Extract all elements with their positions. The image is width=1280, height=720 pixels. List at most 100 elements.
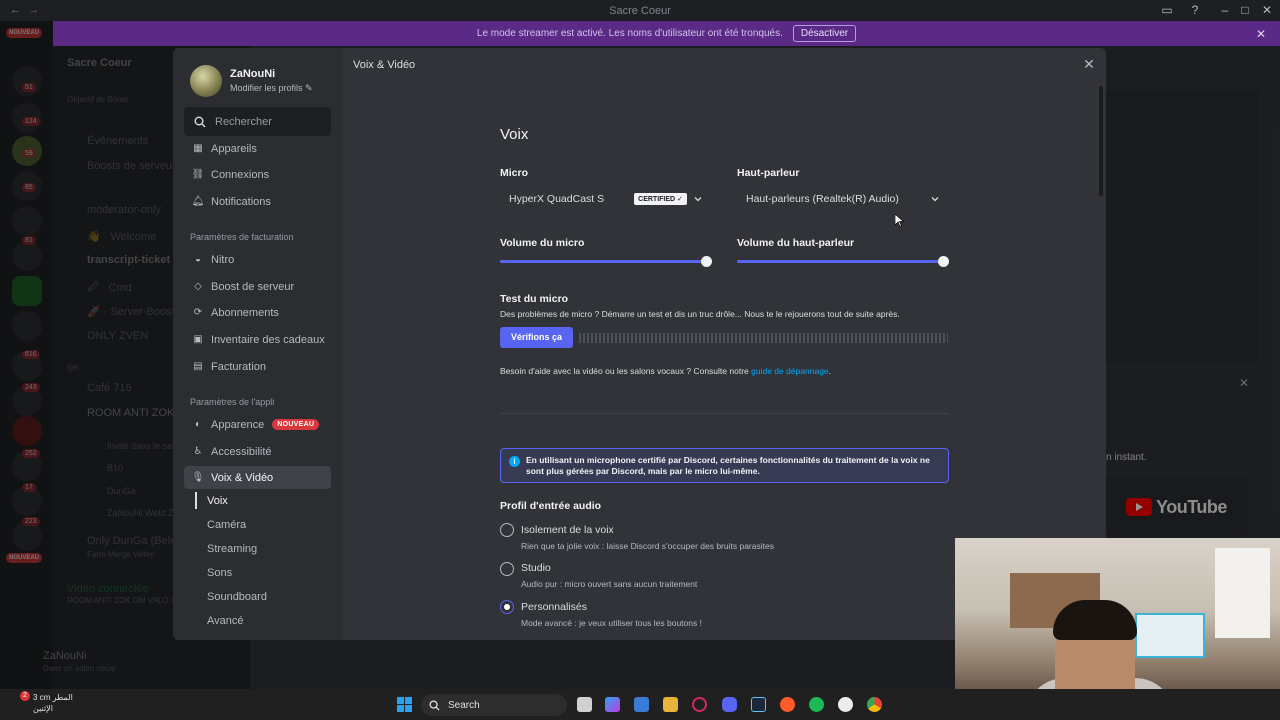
avatar[interactable] [190,65,222,97]
slider-handle[interactable] [701,256,712,267]
help-text-body: Besoin d'aide avec la vidéo ou les salon… [500,366,752,376]
help-icon[interactable]: ? [1182,0,1208,21]
inbox-icon[interactable]: ▭ [1154,0,1180,21]
speaker-volume-label: Volume du haut-parleur [737,237,855,249]
sidebar-item-subscriptions[interactable]: ⟳ Abonnements [184,301,331,324]
profile-radio-studio[interactable] [500,562,514,576]
taskbar-search[interactable]: Search [421,694,567,716]
speaker-volume-slider[interactable] [737,256,949,267]
close-window-icon[interactable]: ✕ [1254,0,1280,21]
sidebar-item-appearance[interactable]: ◐ Apparence NOUVEAU [184,413,331,436]
microphone-icon: 🎙︎ [191,472,205,483]
profile-description: Audio pur : micro ouvert sans aucun trai… [521,579,698,589]
mic-test-button[interactable]: Vérifions ça [500,327,573,348]
person-hair [1053,600,1137,640]
app-icon[interactable] [838,697,853,712]
link-icon: ⛓ [191,169,205,180]
sidebar-item-label: Abonnements [211,306,279,319]
profile-title: Personnalisés [521,601,587,613]
sidebar-item-voice-video[interactable]: 🎙︎ Voix & Vidéo [184,466,331,489]
scrollbar[interactable] [1099,86,1103,196]
monitor [1135,613,1205,658]
windows-start-icon[interactable] [397,697,412,712]
info-icon: i [509,456,520,467]
mic-select[interactable]: HyperX QuadCast S CERTIFIED ✓ [500,186,712,212]
task-view-icon[interactable] [577,697,592,712]
file-explorer-icon[interactable] [663,697,678,712]
sidebar-item-accessibility[interactable]: ♿︎ Accessibilité [184,440,331,463]
copilot-icon[interactable] [605,697,620,712]
audio-profile-label: Profil d'entrée audio [500,500,602,512]
edit-profiles-link[interactable]: Modifier les profils ✎ [230,83,313,94]
profile-title: Isolement de la voix [521,524,614,536]
mouse-cursor-icon [895,214,904,227]
mic-label: Micro [500,167,529,179]
breadcrumb: Voix & Vidéo [353,59,416,71]
sidebar-item-label: Notifications [211,195,271,208]
window-title: Sacre Coeur [609,4,671,17]
spotify-icon[interactable] [809,697,824,712]
disable-streamer-mode-button[interactable]: Désactiver [792,25,857,42]
profile-radio-custom[interactable] [500,600,514,614]
sidebar-item-label: Boost de serveur [211,280,295,293]
settings-search[interactable]: Rechercher [184,107,331,136]
mic-volume-slider[interactable] [500,256,712,267]
slider-handle[interactable] [938,256,949,267]
opera-icon[interactable] [692,697,707,712]
new-badge: NOUVEAU [272,419,320,430]
weather-widget[interactable]: 3 cm المطر الإثنين [33,692,73,714]
taskbar-search-label: Search [448,699,480,711]
sidebar-item-nitro[interactable]: ◒ Nitro [184,248,331,271]
weather-badge: 2 [20,691,30,701]
store-icon[interactable] [634,697,649,712]
chevron-down-icon [931,197,939,202]
sidebar-item-label: Nitro [211,253,235,266]
profile-radio-voice-isolation[interactable] [500,523,514,537]
settings-sidebar: ZaNouNi Modifier les profils ✎ Recherche… [173,48,343,640]
weather-temp: 3 cm المطر [33,693,73,702]
profile-description: Mode avancé : je veux utiliser tous les … [521,618,702,628]
mic-value: HyperX QuadCast S [509,193,605,205]
window-blind [1215,548,1270,638]
speaker-label: Haut-parleur [737,167,800,179]
help-text-end: . [828,366,832,376]
accessibility-icon: ♿︎ [193,446,203,457]
search-icon [194,116,206,127]
edit-profiles-label: Modifier les profils [230,83,303,93]
sidebar-subitem-sons[interactable]: Sons [207,567,232,579]
gift-icon: ▣ [193,334,203,345]
banner-text: Le mode streamer est activé. Les noms d'… [476,28,783,39]
windows-taskbar: 2 3 cm المطر الإثنين Search [0,689,1280,720]
nitro-icon: ◒ [194,254,202,265]
sidebar-subitem-streaming[interactable]: Streaming [207,543,257,555]
mic-test-description: Des problèmes de micro ? Démarre un test… [500,309,900,319]
sidebar-item-connexions[interactable]: ⛓ Connexions [184,163,331,186]
discord-icon[interactable] [722,697,737,712]
sidebar-item-billing[interactable]: ▤ Facturation [184,355,331,378]
sidebar-item-label: Inventaire des cadeaux [211,333,325,346]
profile-username: ZaNouNi [230,68,276,80]
close-banner-icon[interactable]: ✕ [1256,27,1266,41]
sidebar-item-server-boost[interactable]: ◇ Boost de serveur [184,275,331,298]
pencil-icon: ✎ [305,83,313,93]
section-header-app: Paramètres de l'appli [190,397,275,407]
chevron-down-icon [694,197,702,202]
title-bar: ← → Sacre Coeur ▭ ? – □ ✕ [0,0,1280,21]
close-icon[interactable]: ✕ [1082,57,1096,71]
sidebar-item-notifications[interactable]: 🔔︎ Notifications [184,190,331,213]
boost-icon: ◇ [194,281,202,292]
sidebar-subitem-voix[interactable]: Voix [207,495,228,507]
chrome-icon[interactable] [867,697,882,712]
selected-subitem-indicator [195,492,197,509]
sidebar-item-gift-inventory[interactable]: ▣ Inventaire des cadeaux [184,328,331,351]
troubleshooting-guide-link[interactable]: guide de dépannage [751,366,829,376]
app-icon[interactable] [780,697,795,712]
weather-day: الإثنين [33,704,53,713]
bell-icon: 🔔︎ [191,196,205,207]
steam-icon[interactable] [751,697,766,712]
sidebar-subitem-camera[interactable]: Caméra [207,519,246,531]
sidebar-subitem-avance[interactable]: Avancé [207,615,244,627]
sidebar-item-appareils[interactable]: ▦ Appareils [184,137,331,160]
sidebar-subitem-soundboard[interactable]: Soundboard [207,591,267,603]
speaker-select[interactable]: Haut-parleurs (Realtek(R) Audio) [737,186,949,212]
